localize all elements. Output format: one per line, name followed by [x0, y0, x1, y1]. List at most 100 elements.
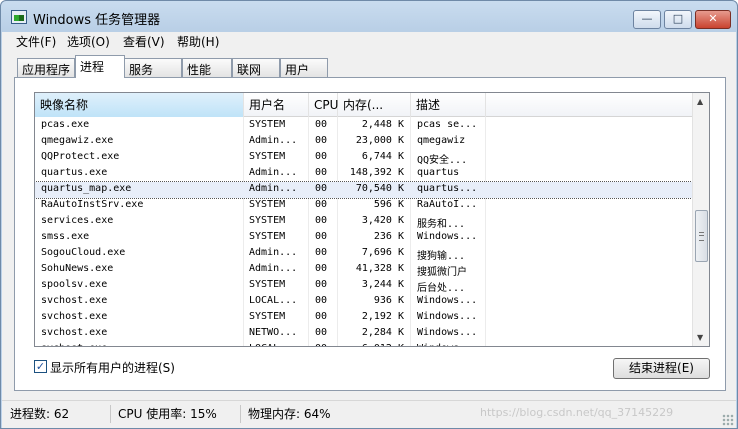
tab-performance[interactable]: 性能 — [182, 58, 232, 77]
menu-bar: 文件(F) 选项(O) 查看(V) 帮助(H) — [2, 32, 736, 50]
description-cell: RaAutoI... — [417, 199, 478, 210]
process-row[interactable]: QQProtect.exe SYSTEM 00 6,744 K QQ安全... — [35, 150, 692, 166]
show-all-users-label[interactable]: 显示所有用户的进程(S) — [50, 359, 175, 376]
status-process-count: 进程数: 62 — [10, 407, 70, 421]
memory-cell: 41,328 K — [355, 263, 404, 274]
cpu-cell: 00 — [315, 327, 328, 338]
cpu-cell: 00 — [315, 247, 328, 258]
column-header-image-name[interactable]: 映像名称 ^ — [35, 93, 244, 117]
cpu-cell: 00 — [315, 119, 328, 130]
status-bar: 进程数: 62 CPU 使用率: 15% 物理内存: 64% https://b… — [2, 400, 736, 428]
description-cell: QQ安全... — [417, 155, 468, 166]
process-name-cell: smss.exe — [41, 231, 90, 242]
cpu-cell: 00 — [315, 167, 328, 178]
scroll-down-icon[interactable]: ▼ — [697, 333, 703, 342]
tab-applications[interactable]: 应用程序 — [17, 58, 76, 77]
watermark: https://blog.csdn.net/qq_37145229 — [480, 406, 674, 419]
process-name-cell: quartus.exe — [41, 167, 108, 178]
process-row[interactable]: qmegawiz.exe Admin... 00 23,000 K qmegawiz — [35, 134, 692, 150]
user-cell: SYSTEM — [249, 231, 286, 242]
minimize-button[interactable]: — — [633, 10, 661, 29]
process-name-cell: QQProtect.exe — [41, 151, 120, 162]
menu-file[interactable]: 文件(F) — [16, 33, 56, 50]
cpu-cell: 00 — [315, 295, 328, 306]
description-cell: Windows... — [417, 327, 478, 338]
scroll-up-icon[interactable]: ▲ — [697, 97, 703, 106]
tab-services[interactable]: 服务 — [124, 58, 182, 77]
status-physical-memory: 物理内存: 64% — [248, 407, 331, 421]
column-header-description[interactable]: 描述 — [411, 93, 486, 117]
end-process-button[interactable]: 结束进程(E) — [613, 358, 710, 379]
process-row[interactable]: SohuNews.exe Admin... 00 41,328 K 搜狐微门户 — [35, 262, 692, 278]
memory-cell: 2,448 K — [361, 119, 404, 130]
process-name-cell: spoolsv.exe — [41, 279, 108, 290]
process-row[interactable]: svchost.exe SYSTEM 00 2,192 K Windows... — [35, 310, 692, 326]
description-cell: 搜狗输... — [417, 251, 466, 262]
process-rows: pcas.exe SYSTEM 00 2,448 K pcas se... qmegawi… — [35, 118, 693, 346]
process-name-cell: RaAutoInstSrv.exe — [41, 199, 144, 210]
memory-cell: 23,000 K — [355, 135, 404, 146]
menu-help[interactable]: 帮助(H) — [177, 33, 219, 50]
cpu-cell: 00 — [315, 215, 328, 226]
process-name-cell: qmegawiz.exe — [41, 135, 114, 146]
title-bar[interactable]: Windows 任务管理器 — □ ✕ — [1, 1, 737, 33]
memory-cell: 6,744 K — [361, 151, 404, 162]
process-row[interactable]: quartus_map.exe Admin... 00 70,540 K quartus… — [35, 181, 693, 199]
cpu-cell: 00 — [315, 231, 328, 242]
process-row[interactable]: svchost.exe NETWO... 00 2,284 K Windows... — [35, 326, 692, 342]
description-cell: 后台处... — [417, 283, 466, 294]
process-list[interactable]: 映像名称 ^ 用户名 CPU 内存(... 描述 pcas.exe SYSTEM 0… — [34, 92, 710, 347]
cpu-cell: 00 — [315, 151, 328, 162]
process-row[interactable]: spoolsv.exe SYSTEM 00 3,244 K 后台处... — [35, 278, 692, 294]
close-button[interactable]: ✕ — [695, 10, 731, 29]
column-header-memory[interactable]: 内存(... — [338, 93, 411, 117]
process-name-cell: svchost.exe — [41, 311, 108, 322]
process-name-cell: svchost.exe — [41, 327, 108, 338]
cpu-cell: 00 — [315, 279, 328, 290]
tab-users[interactable]: 用户 — [280, 58, 328, 77]
maximize-button[interactable]: □ — [664, 10, 692, 29]
memory-cell: 2,192 K — [361, 311, 404, 322]
task-manager-window: Windows 任务管理器 — □ ✕ 文件(F) 选项(O) 查看(V) 帮助… — [0, 0, 738, 429]
menu-view[interactable]: 查看(V) — [123, 33, 165, 50]
user-cell: SYSTEM — [249, 199, 286, 210]
window-title: Windows 任务管理器 — [33, 13, 161, 28]
status-divider — [110, 405, 111, 423]
process-row[interactable]: smss.exe SYSTEM 00 236 K Windows... — [35, 230, 692, 246]
client-area: 应用程序 进程 服务 性能 联网 用户 映像名称 ^ 用户名 CPU 内 — [2, 50, 736, 400]
process-name-cell: services.exe — [41, 215, 114, 226]
process-row[interactable]: pcas.exe SYSTEM 00 2,448 K pcas se... — [35, 118, 692, 134]
memory-cell: 148,392 K — [349, 167, 404, 178]
list-header: 映像名称 ^ 用户名 CPU 内存(... 描述 — [35, 93, 692, 117]
process-row[interactable]: SogouCloud.exe Admin... 00 7,696 K 搜狗输... — [35, 246, 692, 262]
process-row[interactable]: quartus.exe Admin... 00 148,392 K quartus — [35, 166, 692, 182]
tab-networking[interactable]: 联网 — [232, 58, 280, 77]
description-cell: quartus — [417, 167, 460, 178]
process-row[interactable]: svchost.exe LOCAL... 00 6,012 K Windows... — [35, 342, 692, 346]
process-row[interactable]: RaAutoInstSrv.exe SYSTEM 00 596 K RaAutoI... — [35, 198, 692, 214]
process-name-cell: pcas.exe — [41, 119, 90, 130]
process-name-cell: SohuNews.exe — [41, 263, 114, 274]
process-name-cell: svchost.exe — [41, 295, 108, 306]
menu-options[interactable]: 选项(O) — [67, 33, 110, 50]
cpu-cell: 00 — [315, 183, 328, 194]
column-header-label: 映像名称 — [40, 98, 89, 112]
scroll-thumb[interactable] — [695, 210, 708, 262]
show-all-users-checkbox[interactable]: ✓ — [34, 360, 47, 373]
memory-cell: 3,244 K — [361, 279, 404, 290]
vertical-scrollbar[interactable]: ▲ ▼ — [692, 93, 709, 346]
cpu-cell: 00 — [315, 311, 328, 322]
process-row[interactable]: svchost.exe LOCAL... 00 936 K Windows... — [35, 294, 692, 310]
tab-processes[interactable]: 进程 — [75, 55, 125, 78]
user-cell: NETWO... — [249, 327, 298, 338]
column-header-cpu[interactable]: CPU — [309, 93, 338, 117]
memory-cell: 7,696 K — [361, 247, 404, 258]
resize-grip-icon[interactable] — [722, 414, 734, 426]
sort-ascending-icon: ^ — [135, 93, 143, 96]
description-cell: pcas se... — [417, 119, 478, 130]
column-header-user[interactable]: 用户名 — [244, 93, 309, 117]
memory-cell: 596 K — [373, 199, 404, 210]
process-row[interactable]: services.exe SYSTEM 00 3,420 K 服务和... — [35, 214, 692, 230]
description-cell: quartus... — [417, 183, 478, 194]
description-cell: Windows... — [417, 295, 478, 306]
